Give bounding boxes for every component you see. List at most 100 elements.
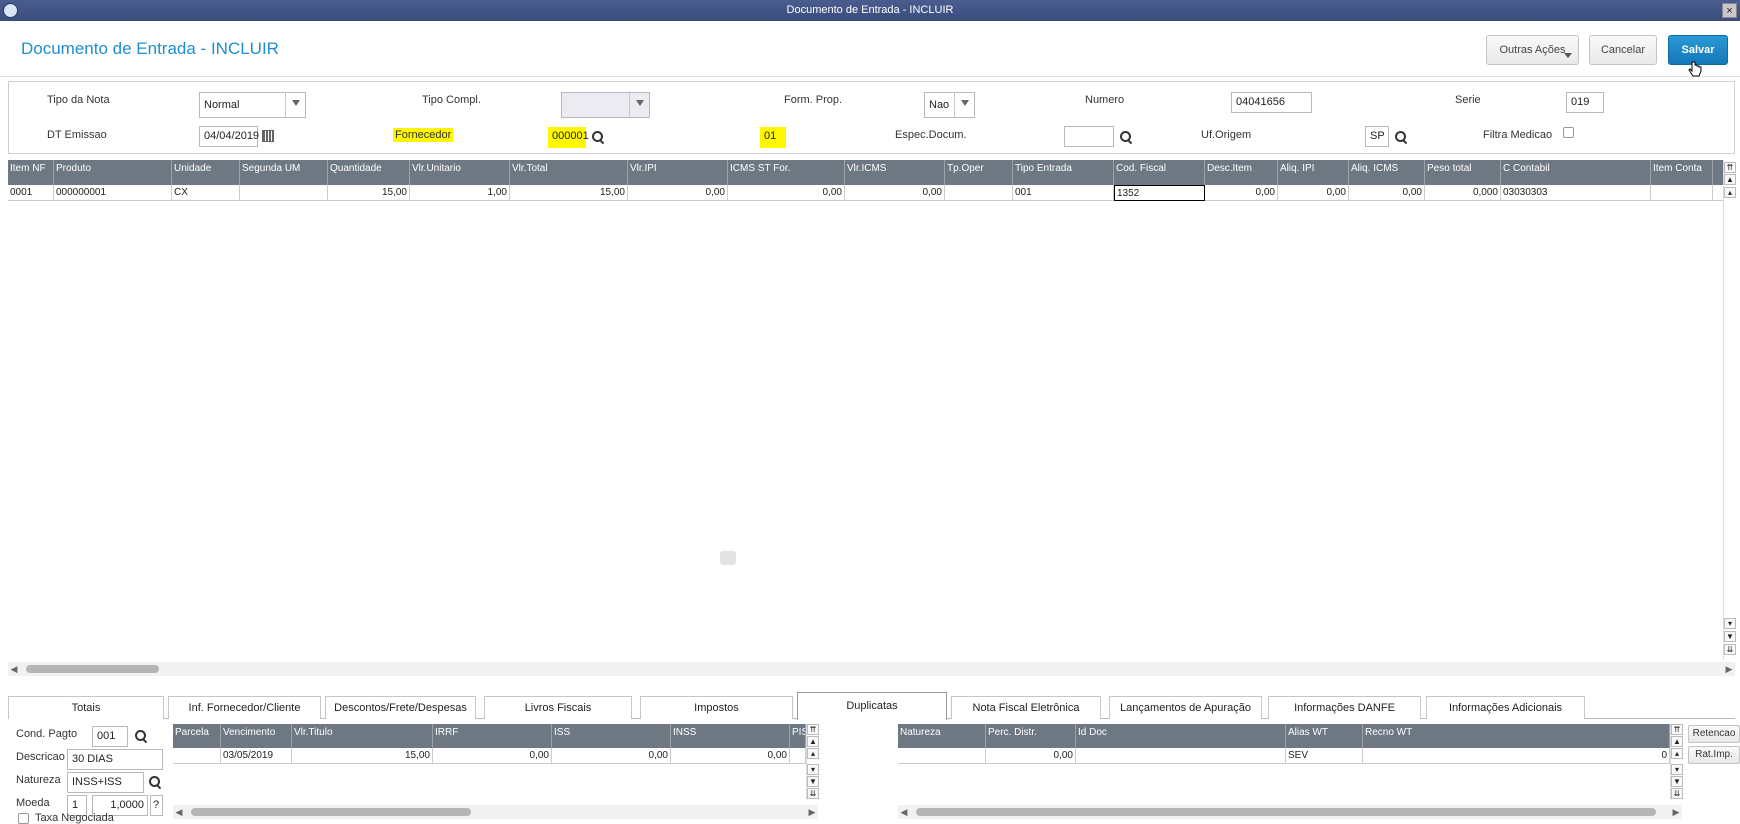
scroll-up-icon[interactable]: ▴ [1724, 187, 1736, 198]
tab-descontos-frete-despesas[interactable]: Descontos/Frete/Despesas [325, 696, 476, 719]
scroll-down-icon[interactable]: ▾ [1724, 618, 1736, 629]
scroll-page-down-icon[interactable]: ▼ [807, 776, 819, 787]
table-cell[interactable]: 0,00 [552, 748, 671, 764]
table-row[interactable]: 0,00 SEV 0 [898, 748, 1670, 764]
column-header[interactable]: Vlr.Titulo [292, 724, 433, 748]
table-cell[interactable] [240, 185, 328, 201]
table-cell[interactable]: 000000001 [54, 185, 172, 201]
table-row[interactable]: 03/05/2019 15,00 0,00 0,00 0,00 [173, 748, 806, 764]
scroll-thumb[interactable] [916, 808, 1656, 816]
cond-pagto-input[interactable]: 001 [92, 726, 128, 747]
descricao-input[interactable]: 30 DIAS [67, 749, 163, 770]
search-icon[interactable] [1394, 130, 1408, 144]
search-icon[interactable] [591, 130, 605, 144]
column-header[interactable]: Item Conta [1651, 160, 1713, 185]
table-row[interactable]: 0001 000000001 CX 15,00 1,00 15,00 0,00 0,00 0,0… [8, 185, 1723, 201]
table-cell[interactable] [898, 748, 986, 764]
search-icon[interactable] [1119, 130, 1133, 144]
search-icon[interactable] [148, 775, 162, 789]
table-cell[interactable]: 03030303 [1501, 185, 1651, 201]
scroll-thumb[interactable] [26, 665, 159, 673]
close-icon[interactable]: × [1722, 3, 1737, 18]
tab-lan-amentos-de-apura-o[interactable]: Lançamentos de Apuração [1109, 696, 1262, 719]
table-cell[interactable] [790, 748, 806, 764]
cancel-button[interactable]: Cancelar [1589, 35, 1657, 65]
chevron-down-icon[interactable] [629, 93, 649, 117]
table-cell[interactable]: 0,00 [845, 185, 945, 201]
table-cell[interactable] [1076, 748, 1286, 764]
items-horizontal-scrollbar[interactable]: ◀ ▶ [8, 662, 1735, 676]
espec-docum-input[interactable] [1064, 126, 1114, 147]
taxa-negociada-checkbox[interactable] [18, 813, 29, 824]
table-cell[interactable]: 0,00 [628, 185, 728, 201]
tab-inf-fornecedor-cliente[interactable]: Inf. Fornecedor/Cliente [168, 696, 321, 719]
tab-nota-fiscal-eletr-nica[interactable]: Nota Fiscal Eletrônica [951, 696, 1101, 719]
scroll-down-icon[interactable]: ▾ [1671, 764, 1683, 775]
items-vertical-scrollbar[interactable]: ⇈ ▲ ▴ ▾ ▼ ⇊ [1723, 160, 1736, 660]
rat-imp-button[interactable]: Rat.Imp. [1688, 746, 1740, 764]
table-cell[interactable]: 0,00 [433, 748, 552, 764]
column-header[interactable]: Quantidade [328, 160, 410, 185]
table-cell[interactable]: 0001 [8, 185, 54, 201]
tipo-nota-select[interactable]: Normal [199, 92, 306, 118]
tab-duplicatas[interactable]: Duplicatas [797, 692, 947, 720]
numero-input[interactable]: 04041656 [1231, 92, 1312, 113]
uf-origem-input[interactable]: SP [1365, 126, 1389, 147]
column-header[interactable]: Item NF [8, 160, 54, 185]
table-cell[interactable] [173, 748, 221, 764]
scroll-up-icon[interactable]: ▴ [1671, 748, 1683, 759]
table-cell[interactable]: 1352 [1114, 185, 1205, 201]
column-header[interactable]: Id Doc [1076, 724, 1286, 748]
natureza-vertical-scrollbar[interactable]: ⇈ ▲ ▴ ▾ ▼ ⇊ [1670, 724, 1683, 800]
table-cell[interactable]: 0 [1363, 748, 1670, 764]
column-header[interactable]: Vlr.Unitario [410, 160, 510, 185]
column-header[interactable]: Vencimento [221, 724, 292, 748]
scroll-top-icon[interactable]: ⇈ [1671, 724, 1683, 735]
scroll-page-up-icon[interactable]: ▲ [807, 736, 819, 747]
column-header[interactable]: Parcela [173, 724, 221, 748]
dt-emissao-input[interactable]: 04/04/2019 [199, 126, 259, 147]
column-header[interactable]: Peso total [1425, 160, 1501, 185]
table-cell[interactable]: 0,00 [671, 748, 790, 764]
parcelas-horizontal-scrollbar[interactable]: ◀ ▶ [173, 805, 818, 819]
tab-totais[interactable]: Totais [8, 696, 164, 719]
tipo-compl-select[interactable] [561, 92, 650, 118]
scroll-left-icon[interactable]: ◀ [8, 662, 20, 676]
column-header[interactable]: Recno WT [1363, 724, 1670, 748]
table-cell[interactable] [1651, 185, 1713, 201]
scroll-right-icon[interactable]: ▶ [1670, 805, 1682, 819]
fornecedor-input[interactable]: 000001 [548, 127, 589, 148]
scroll-up-icon[interactable]: ▴ [807, 748, 819, 759]
calendar-icon[interactable] [262, 130, 274, 142]
filtra-medicao-checkbox[interactable] [1563, 127, 1574, 138]
tab-livros-fiscais[interactable]: Livros Fiscais [484, 696, 632, 719]
table-cell[interactable]: 03/05/2019 [221, 748, 292, 764]
table-cell[interactable]: 0,00 [1278, 185, 1349, 201]
table-cell[interactable]: 001 [1013, 185, 1114, 201]
scroll-thumb[interactable] [191, 808, 471, 816]
other-actions-button[interactable]: Outras Ações [1486, 35, 1579, 65]
column-header[interactable]: Tp.Oper [945, 160, 1013, 185]
column-header[interactable]: INSS [671, 724, 790, 748]
form-prop-select[interactable]: Nao [924, 92, 975, 118]
column-header[interactable]: C Contabil [1501, 160, 1651, 185]
scroll-top-icon[interactable]: ⇈ [807, 724, 819, 735]
tab-impostos[interactable]: Impostos [640, 696, 793, 719]
table-cell[interactable]: 15,00 [328, 185, 410, 201]
search-icon[interactable] [134, 729, 148, 743]
table-cell[interactable]: 15,00 [292, 748, 433, 764]
loja-input[interactable]: 01 [760, 127, 786, 148]
column-header[interactable]: ISS [552, 724, 671, 748]
scroll-left-icon[interactable]: ◀ [173, 805, 185, 819]
table-cell[interactable]: 0,000 [1425, 185, 1501, 201]
scroll-right-icon[interactable]: ▶ [1723, 662, 1735, 676]
column-header[interactable]: Unidade [172, 160, 240, 185]
column-header[interactable]: Vlr.ICMS [845, 160, 945, 185]
help-button[interactable]: ? [150, 795, 163, 816]
column-header[interactable]: Alias WT [1286, 724, 1363, 748]
table-cell[interactable]: 15,00 [510, 185, 628, 201]
scroll-bottom-icon[interactable]: ⇊ [807, 788, 819, 799]
scroll-down-icon[interactable]: ▾ [807, 764, 819, 775]
natureza-horizontal-scrollbar[interactable]: ◀ ▶ [898, 805, 1682, 819]
column-header[interactable]: IRRF [433, 724, 552, 748]
